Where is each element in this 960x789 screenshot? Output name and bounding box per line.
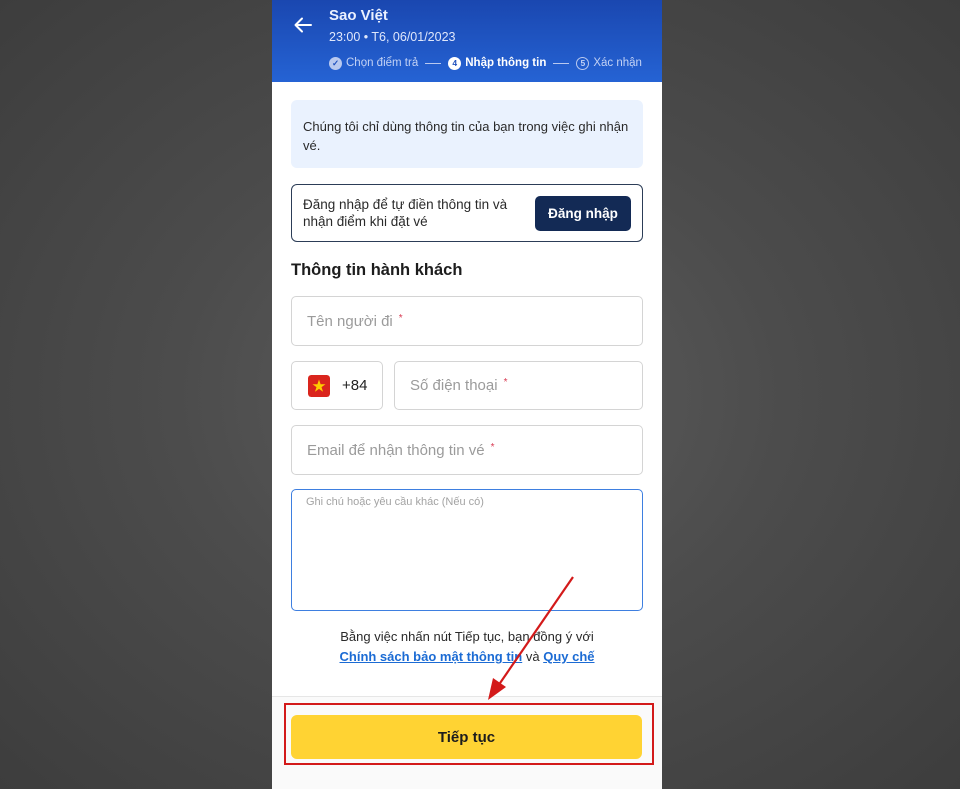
check-icon: ✓ — [329, 56, 342, 70]
continue-button[interactable]: Tiếp tục — [291, 715, 642, 759]
agreement-conjunction: và — [525, 649, 540, 664]
step-divider — [425, 62, 442, 64]
step-number: 5 — [576, 56, 590, 70]
step-divider — [553, 62, 570, 64]
country-code-selector[interactable]: +84 — [291, 361, 383, 410]
login-prompt-card: Đăng nhập để tự điền thông tin và nhận đ… — [291, 184, 643, 242]
email-placeholder: Email để nhận thông tin vé — [307, 441, 485, 459]
step-confirm: 5 Xác nhận — [576, 56, 642, 70]
agreement-text: Bằng việc nhấn nút Tiếp tục, bạn đồng ý … — [272, 627, 662, 667]
step-number: 4 — [448, 56, 462, 70]
privacy-policy-link[interactable]: Chính sách bảo mật thông tin — [340, 649, 523, 664]
progress-steps: ✓ Chọn điểm trả 4 Nhập thông tin 5 Xác n… — [329, 55, 642, 71]
back-arrow-icon[interactable] — [292, 14, 314, 36]
login-prompt-text: Đăng nhập để tự điền thông tin và nhận đ… — [303, 197, 508, 229]
note-textarea[interactable]: Ghi chú hoặc yêu cầu khác (Nếu có) — [291, 489, 643, 611]
phone-placeholder: Số điện thoại — [410, 377, 498, 394]
info-notice: Chúng tôi chỉ dùng thông tin của bạn tro… — [291, 100, 643, 168]
note-placeholder: Ghi chú hoặc yêu cầu khác (Nếu có) — [306, 496, 484, 508]
app-header: Sao Việt 23:00 • T6, 06/01/2023 ✓ Chọn đ… — [272, 0, 662, 82]
step-label: Nhập thông tin — [465, 57, 547, 69]
terms-link[interactable]: Quy chế — [543, 649, 594, 664]
required-mark: * — [490, 441, 495, 453]
name-placeholder: Tên người đi — [307, 312, 393, 330]
trip-time: 23:00 • T6, 06/01/2023 — [329, 30, 456, 44]
phone-screen: Sao Việt 23:00 • T6, 06/01/2023 ✓ Chọn đ… — [272, 0, 662, 789]
email-input[interactable]: Email để nhận thông tin vé * — [291, 425, 643, 475]
passenger-info-title: Thông tin hành khách — [291, 261, 463, 279]
agreement-prefix: Bằng việc nhấn nút Tiếp tục, bạn đồng ý … — [340, 629, 594, 644]
vietnam-flag-icon — [308, 374, 330, 397]
step-enter-info: 4 Nhập thông tin — [448, 56, 547, 70]
required-mark: * — [398, 312, 403, 324]
country-code: +84 — [342, 377, 368, 394]
operator-name: Sao Việt — [329, 7, 388, 24]
required-mark: * — [503, 377, 508, 388]
step-label: Chọn điểm trả — [346, 57, 419, 69]
passenger-name-input[interactable]: Tên người đi * — [291, 296, 643, 346]
step-choose-dropoff: ✓ Chọn điểm trả — [329, 56, 419, 70]
login-button[interactable]: Đăng nhập — [535, 196, 631, 231]
phone-number-input[interactable]: Số điện thoại * — [394, 361, 643, 410]
step-label: Xác nhận — [593, 57, 642, 69]
bottom-action-bar: Tiếp tục — [272, 696, 662, 789]
